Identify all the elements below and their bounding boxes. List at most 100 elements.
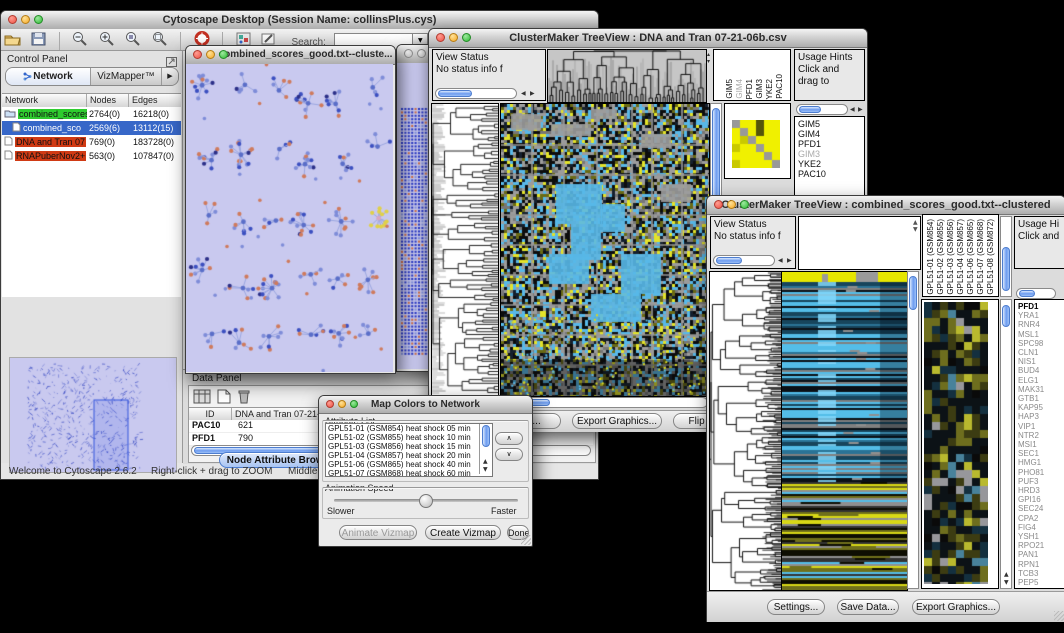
usage-hints-hscrollbar[interactable] [1016,288,1056,299]
column-label[interactable]: GPL51-07 (GSM868) [976,219,985,295]
create-vizmap-button[interactable]: Create Vizmap [425,525,501,540]
tab-more-icon[interactable]: ▶ [162,68,178,85]
maximize-icon[interactable] [740,200,749,209]
treeview-combined-titlebar[interactable]: ClusterMaker TreeView : combined_scores_… [707,196,1064,215]
attribute-list-vscrollbar[interactable]: ▲ ▼ [479,424,491,474]
speed-slider-thumb[interactable] [419,494,433,508]
move-down-button[interactable]: ∨ [495,448,523,461]
heatmap-vscrollbar[interactable] [907,271,919,589]
gene-label[interactable]: MSL1 [1018,330,1044,339]
usage-hints-hscrollbar[interactable] [796,104,848,115]
scroll-left-icon[interactable]: ◀ [521,90,526,97]
attribute-item[interactable]: GPL51-07 (GSM868) heat shock 60 min [326,469,492,477]
attribute-item[interactable]: GPL51-06 (GSM865) heat shock 40 min [326,460,492,469]
column-label[interactable]: GIM4 [735,79,744,99]
column-label[interactable]: GPL51-01 (GSM854) [926,219,935,295]
delete-attribute-icon[interactable] [237,389,251,409]
attribute-select-icon[interactable] [193,389,211,409]
gene-label[interactable]: CLN1 [1018,348,1044,357]
attribute-item[interactable]: GPL51-01 (GSM854) heat shock 05 min [326,424,492,433]
minimize-icon[interactable] [417,49,426,58]
attribute-item[interactable]: GPL51-02 (GSM855) heat shock 10 min [326,433,492,442]
minimize-icon[interactable] [21,15,30,24]
column-label[interactable]: GPL51-02 (GSM855) [936,219,945,295]
column-dendrogram[interactable] [547,49,707,103]
gene-label[interactable]: PUF3 [1018,477,1044,486]
save-session-icon[interactable] [31,32,46,51]
zoom-heatmap[interactable] [924,302,988,584]
move-up-button[interactable]: ∧ [495,432,523,445]
gene-label[interactable]: KAP95 [1018,403,1044,412]
minimize-icon[interactable] [338,400,346,408]
export-graphics-button[interactable]: Export Graphics... [912,599,1000,615]
resize-grip[interactable] [1054,611,1064,621]
column-label[interactable]: GPL51-04 (GSM857) [956,219,965,295]
network-view-canvas[interactable] [186,64,393,372]
zoom-out-icon[interactable] [72,31,88,51]
dialog-titlebar[interactable]: Map Colors to Network [319,396,532,414]
gene-label[interactable]: MON2 [1018,587,1044,589]
gene-label[interactable]: PEP5 [1018,578,1044,587]
gene-label[interactable]: YSH1 [1018,532,1044,541]
column-tree-area[interactable] [798,216,921,270]
gene-label[interactable]: YKE2 [798,159,826,169]
scroll-right-icon[interactable]: ▶ [530,90,535,97]
gene-label[interactable]: HAP3 [1018,412,1044,421]
gene-label[interactable]: SEC1 [1018,449,1044,458]
close-icon[interactable] [714,200,723,209]
settings-button[interactable]: Settings... [767,599,825,615]
animate-vizmap-button[interactable]: Animate Vizmap [339,525,417,540]
gene-label[interactable]: GIM5 [798,119,826,129]
new-attribute-icon[interactable] [217,389,231,409]
zoom-fit-icon[interactable] [152,31,168,51]
column-label[interactable]: GPL51-03 (GSM856) [946,219,955,295]
row-dendrogram[interactable] [709,271,782,591]
maximize-icon[interactable] [462,33,471,42]
close-icon[interactable] [404,49,413,58]
network-table-row[interactable]: DNA and Tran 07769(0)183728(0) [2,135,181,149]
gene-label[interactable]: SPC98 [1018,339,1044,348]
splitter-arrows-icon[interactable]: ▴▾ [707,51,710,65]
treeview-dna-titlebar[interactable]: ClusterMaker TreeView : DNA and Tran 07-… [429,29,867,48]
network-window-titlebar[interactable]: combined_scores_good.txt--cluste... [186,46,395,65]
close-icon[interactable] [326,400,334,408]
scroll-left-icon[interactable]: ◀ [778,257,783,264]
gene-label[interactable]: SEC24 [1018,504,1044,513]
gene-label[interactable]: MAK31 [1018,385,1044,394]
scroll-left-icon[interactable]: ◀ [850,106,855,113]
network-table-row[interactable]: combined_sco2569(6)13112(15) [2,121,181,135]
open-session-icon[interactable] [4,32,21,51]
gene-label[interactable]: BUD4 [1018,366,1044,375]
close-icon[interactable] [193,50,202,59]
save-data-button[interactable]: Save Data... [837,599,899,615]
expression-heatmap[interactable] [500,103,710,397]
gene-label[interactable]: HMG1 [1018,458,1044,467]
gene-label[interactable]: YRA1 [1018,311,1044,320]
maximize-icon[interactable] [350,400,358,408]
minimize-icon[interactable] [206,50,215,59]
gene-label[interactable]: GIM3 [798,149,826,159]
close-icon[interactable] [8,15,17,24]
gene-label[interactable]: PHO81 [1018,468,1044,477]
gene-label[interactable]: NIS1 [1018,357,1044,366]
gene-label[interactable]: GIM4 [798,129,826,139]
maximize-icon[interactable] [34,15,43,24]
column-labels-vscrollbar[interactable] [1000,216,1012,297]
gene-label[interactable]: ELG1 [1018,376,1044,385]
expression-heatmap[interactable] [781,271,908,591]
zoom-in-icon[interactable] [99,31,115,51]
gene-label[interactable]: VIP1 [1018,422,1044,431]
view-status-hscrollbar[interactable] [713,255,775,266]
gene-label[interactable]: PAC10 [798,169,826,179]
scroll-right-icon[interactable]: ▶ [787,257,792,264]
gene-label[interactable]: RPN1 [1018,560,1044,569]
attribute-item[interactable]: GPL51-04 (GSM857) heat shock 20 min [326,451,492,460]
column-label[interactable]: GIM5 [725,79,734,99]
minimize-icon[interactable] [727,200,736,209]
gene-label[interactable]: PAN1 [1018,550,1044,559]
gene-label[interactable]: MSI1 [1018,440,1044,449]
minimize-icon[interactable] [449,33,458,42]
gene-label[interactable]: NTR2 [1018,431,1044,440]
column-label[interactable]: GPL51-06 (GSM865) [966,219,975,295]
gene-label[interactable]: CPA2 [1018,514,1044,523]
